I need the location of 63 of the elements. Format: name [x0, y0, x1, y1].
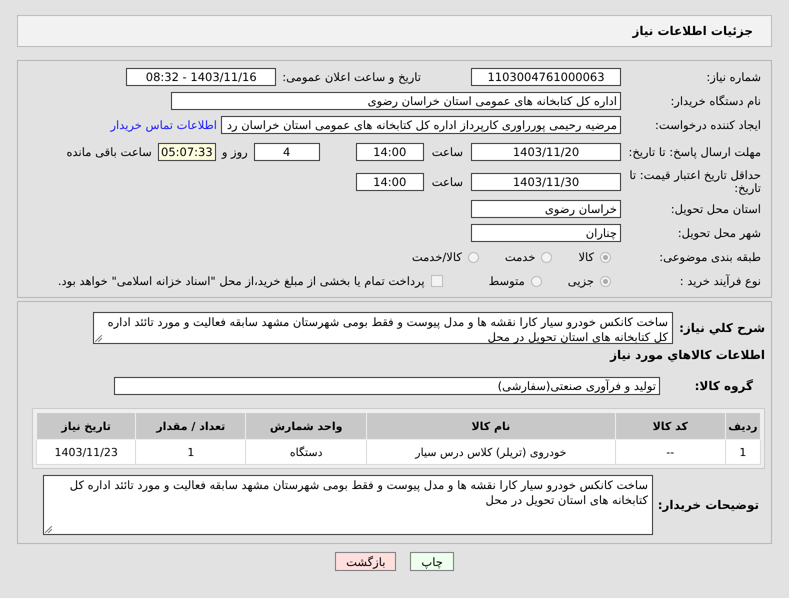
- column-header: ردیف: [725, 412, 760, 440]
- field-label: ساعت: [432, 145, 463, 159]
- option-label: جزیی: [568, 274, 594, 288]
- radio-button[interactable]: [600, 252, 611, 262]
- text-field[interactable]: 1403/11/20: [471, 143, 621, 161]
- option-label: خدمت: [504, 250, 536, 264]
- field-label: ساعت باقی مانده: [66, 145, 152, 159]
- notes-field[interactable]: ساخت کانکس خودرو سیار کارا نقشه ها و مدل پیوست و فقط بومی شهرستان مشهد سابقه فعالیت و مورد تائئد اداره کل کتابخانه های استان تحویل در محل: [43, 475, 653, 535]
- radio-button[interactable]: [468, 252, 479, 262]
- column-header: تاریخ نیاز: [36, 412, 136, 440]
- text-field[interactable]: 1403/11/16 - 08:32: [126, 68, 276, 86]
- text-field[interactable]: 14:00: [356, 143, 424, 161]
- checkbox[interactable]: [430, 275, 443, 287]
- column-header: کد کالا: [615, 412, 726, 440]
- column-header: تعداد / مقدار: [136, 412, 246, 440]
- field-label: ایجاد کننده درخواست:: [654, 118, 762, 132]
- field-label: مهلت ارسال پاسخ: تا تاریخ:: [627, 146, 762, 158]
- resize-grip-icon[interactable]: [95, 335, 102, 342]
- back-button[interactable]: بازگشت: [335, 552, 396, 571]
- field-label: نام دستگاه خریدار:: [669, 94, 762, 108]
- text-field[interactable]: 14:00: [356, 173, 424, 191]
- option-label: کالا: [578, 250, 594, 264]
- column-header: نام کالا: [366, 412, 616, 440]
- table-cell: 1403/11/23: [36, 440, 136, 464]
- page-title: جزئیات اطلاعات نیاز: [17, 15, 772, 47]
- table-cell: 1: [725, 440, 760, 464]
- text-field[interactable]: 4: [254, 143, 320, 161]
- goods-group-field[interactable]: تولید و فرآوری صنعتی(سفارشی): [114, 377, 660, 395]
- table-cell: --: [615, 440, 726, 464]
- field-label: شهر محل تحویل:: [676, 226, 762, 240]
- contact-link[interactable]: اطلاعات تماس خریدار: [110, 118, 217, 132]
- table-cell: 1: [136, 440, 246, 464]
- text-field[interactable]: مرضیه رحیمی پورراوری کارپرداز اداره کل کتابخانه های عمومی استان خراسان رد: [221, 116, 621, 134]
- print-button[interactable]: چاپ: [410, 552, 454, 571]
- field-label: روز و: [222, 145, 248, 159]
- field-label: استان محل تحویل:: [670, 202, 762, 216]
- field-label: تاریخ و ساعت اعلان عمومی:: [282, 70, 421, 84]
- text-field[interactable]: اداره کل کتابخانه های عمومی استان خراسان رضوی: [171, 92, 621, 110]
- table-cell: خودروی (تریلر) کلاس درس سیار: [366, 440, 616, 464]
- resize-grip-icon[interactable]: [45, 526, 52, 533]
- table-cell: دستگاه: [246, 440, 366, 464]
- section-title: اطلاعات کالاهاي مورد نياز: [608, 348, 765, 362]
- option-label: متوسط: [488, 274, 525, 288]
- field-label: ساعت: [432, 175, 463, 189]
- countdown-field[interactable]: 05:07:33: [158, 143, 216, 161]
- option-label: پرداخت تمام یا بخشی از مبلغ خرید،از محل "اسناد خزانه اسلامی" خواهد بود.: [58, 274, 425, 288]
- text-field[interactable]: 1403/11/30: [471, 173, 621, 191]
- radio-button[interactable]: [541, 252, 552, 262]
- field-label: شماره نیاز:: [705, 70, 762, 84]
- option-label: کالا/خدمت: [412, 250, 462, 264]
- field-label: توضیحات خریدار:: [656, 498, 760, 512]
- field-label: نوع فرآیند خرید :: [678, 274, 762, 288]
- field-label: شرح کلي نياز:: [678, 321, 765, 335]
- text-field[interactable]: چناران: [471, 224, 621, 242]
- field-label: گروه کالا:: [694, 379, 754, 393]
- field-label: طبقه بندی موضوعی:: [658, 250, 762, 264]
- radio-button[interactable]: [530, 276, 542, 286]
- radio-button[interactable]: [600, 276, 611, 286]
- field-label: حداقل تاریخ اعتبار قیمت: تا تاریخ:: [628, 169, 762, 195]
- column-header: واحد شمارش: [246, 412, 366, 440]
- text-field[interactable]: 1103004761000063: [471, 68, 621, 86]
- text-field[interactable]: خراسان رضوی: [471, 200, 621, 218]
- description-field[interactable]: ساخت کانکس خودرو سیار کارا نقشه ها و مدل پیوست و فقط بومی شهرستان مشهد سابقه فعالیت و مورد تائئد اداره کل کتابخانه های استان تحویل در محل: [93, 312, 673, 344]
